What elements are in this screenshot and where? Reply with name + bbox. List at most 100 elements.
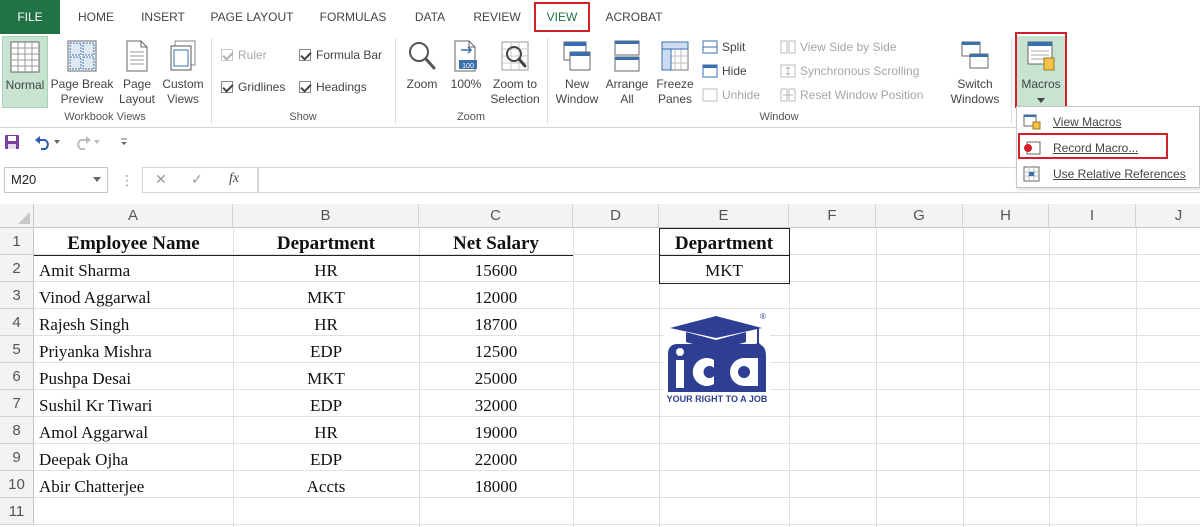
table-cell-department[interactable]: HR	[233, 419, 419, 446]
table-cell-salary[interactable]: 15600	[419, 257, 573, 284]
row-header-9[interactable]: 9	[0, 444, 34, 471]
menu-item-record-macro[interactable]: Record Macro...	[1017, 135, 1200, 161]
row-header-5[interactable]: 5	[0, 336, 34, 363]
switch-windows-button[interactable]: Switch Windows	[944, 36, 1006, 108]
column-header-h[interactable]: H	[963, 204, 1049, 228]
redo-icon[interactable]	[74, 134, 92, 150]
table-cell-department[interactable]: MKT	[233, 365, 419, 392]
menu-item-view-macros[interactable]: View Macros	[1017, 109, 1200, 135]
tab-data[interactable]: DATA	[406, 0, 454, 34]
enter-icon[interactable]: ✓	[191, 171, 203, 188]
column-header-i[interactable]: I	[1049, 204, 1136, 228]
table-cell-salary[interactable]: 32000	[419, 392, 573, 419]
row-header-10[interactable]: 10	[0, 471, 34, 498]
custom-views-button[interactable]: Custom Views	[160, 36, 206, 108]
undo-dropdown-icon[interactable]	[54, 140, 60, 144]
row-header-7[interactable]: 7	[0, 390, 34, 417]
tab-acrobat[interactable]: ACROBAT	[596, 0, 672, 34]
freeze-panes-button[interactable]: Freeze Panes	[652, 36, 698, 108]
table-cell-name[interactable]: Deepak Ojha	[34, 446, 233, 473]
table-cell-name[interactable]: Pushpa Desai	[34, 365, 233, 392]
macros-button[interactable]: Macros	[1017, 36, 1065, 108]
column-header-c[interactable]: C	[419, 204, 573, 228]
new-window-button[interactable]: New Window	[552, 36, 602, 108]
normal-view-button[interactable]: Normal	[2, 36, 48, 108]
save-icon[interactable]	[4, 134, 20, 150]
table-cell-name[interactable]: Amit Sharma	[34, 257, 233, 284]
table-cell-department[interactable]: Accts	[233, 473, 419, 500]
tab-insert[interactable]: INSERT	[134, 0, 192, 34]
table-cell-name[interactable]: Rajesh Singh	[34, 311, 233, 338]
table-cell-department[interactable]: EDP	[233, 446, 419, 473]
table-cell-department[interactable]: HR	[233, 257, 419, 284]
formula-buttons: ✕ ✓ fx	[142, 167, 258, 193]
header-cell-net-salary[interactable]: Net Salary	[419, 230, 573, 257]
page-layout-button[interactable]: Page Layout	[116, 36, 158, 108]
criteria-header-cell[interactable]: Department	[659, 230, 789, 257]
synchronous-scrolling-button[interactable]: Synchronous Scrolling	[780, 61, 919, 81]
zoom-button[interactable]: Zoom	[400, 36, 444, 108]
tab-formulas[interactable]: FORMULAS	[310, 0, 396, 34]
table-cell-department[interactable]: EDP	[233, 338, 419, 365]
table-cell-salary[interactable]: 12500	[419, 338, 573, 365]
formula-bar-checkbox[interactable]: Formula Bar	[299, 46, 382, 64]
row-header-6[interactable]: 6	[0, 363, 34, 390]
table-cell-name[interactable]: Amol Aggarwal	[34, 419, 233, 446]
gridlines-checkbox[interactable]: Gridlines	[221, 78, 285, 96]
column-header-d[interactable]: D	[573, 204, 659, 228]
column-header-j[interactable]: J	[1136, 204, 1200, 228]
header-cell-employee-name[interactable]: Employee Name	[34, 230, 233, 257]
table-cell-name[interactable]: Abir Chatterjee	[34, 473, 233, 500]
criteria-value-cell[interactable]: MKT	[659, 257, 789, 284]
row-header-3[interactable]: 3	[0, 282, 34, 309]
arrange-all-button[interactable]: Arrange All	[602, 36, 652, 108]
page-break-preview-button[interactable]: Page Break Preview	[50, 36, 114, 108]
column-header-f[interactable]: F	[789, 204, 876, 228]
zoom-100-button[interactable]: 100 100%	[446, 36, 486, 108]
table-cell-name[interactable]: Vinod Aggarwal	[34, 284, 233, 311]
chevron-down-icon[interactable]	[93, 177, 101, 182]
row-header-4[interactable]: 4	[0, 309, 34, 336]
row-header-8[interactable]: 8	[0, 417, 34, 444]
table-cell-name[interactable]: Sushil Kr Tiwari	[34, 392, 233, 419]
ruler-checkbox[interactable]: Ruler	[221, 46, 267, 64]
split-button[interactable]: Split	[702, 37, 745, 57]
customize-toolbar-icon[interactable]	[120, 138, 128, 146]
insert-function-icon[interactable]: fx	[229, 171, 239, 187]
column-header-g[interactable]: G	[876, 204, 963, 228]
row-header-2[interactable]: 2	[0, 255, 34, 282]
header-cell-department[interactable]: Department	[233, 230, 419, 257]
table-cell-salary[interactable]: 12000	[419, 284, 573, 311]
table-cell-salary[interactable]: 18700	[419, 311, 573, 338]
name-box[interactable]: M20	[4, 167, 108, 193]
reset-window-position-button[interactable]: Reset Window Position	[780, 85, 923, 105]
tab-view[interactable]: VIEW	[536, 0, 588, 34]
zoom-to-selection-button[interactable]: Zoom to Selection	[486, 36, 544, 108]
tab-file[interactable]: FILE	[0, 0, 60, 34]
cancel-icon[interactable]: ✕	[155, 171, 167, 188]
row-header-11[interactable]: 11	[0, 498, 34, 525]
table-cell-department[interactable]: MKT	[233, 284, 419, 311]
unhide-button[interactable]: Unhide	[702, 85, 760, 105]
tab-page-layout[interactable]: PAGE LAYOUT	[204, 0, 300, 34]
table-cell-salary[interactable]: 19000	[419, 419, 573, 446]
column-header-b[interactable]: B	[233, 204, 419, 228]
column-header-a[interactable]: A	[34, 204, 233, 228]
table-cell-salary[interactable]: 25000	[419, 365, 573, 392]
undo-icon[interactable]	[34, 134, 52, 150]
table-cell-salary[interactable]: 18000	[419, 473, 573, 500]
tab-home[interactable]: HOME	[66, 0, 126, 34]
column-header-e[interactable]: E	[659, 204, 789, 228]
table-cell-department[interactable]: HR	[233, 311, 419, 338]
view-side-by-side-button[interactable]: View Side by Side	[780, 37, 897, 57]
headings-checkbox[interactable]: Headings	[299, 78, 367, 96]
menu-item-use-relative-references[interactable]: Use Relative References	[1017, 161, 1200, 187]
table-cell-department[interactable]: EDP	[233, 392, 419, 419]
redo-dropdown-icon[interactable]	[94, 140, 100, 144]
table-cell-salary[interactable]: 22000	[419, 446, 573, 473]
tab-review[interactable]: REVIEW	[466, 0, 528, 34]
table-cell-name[interactable]: Priyanka Mishra	[34, 338, 233, 365]
row-header-1[interactable]: 1	[0, 228, 34, 255]
select-all-corner[interactable]	[0, 204, 34, 228]
hide-button[interactable]: Hide	[702, 61, 747, 81]
